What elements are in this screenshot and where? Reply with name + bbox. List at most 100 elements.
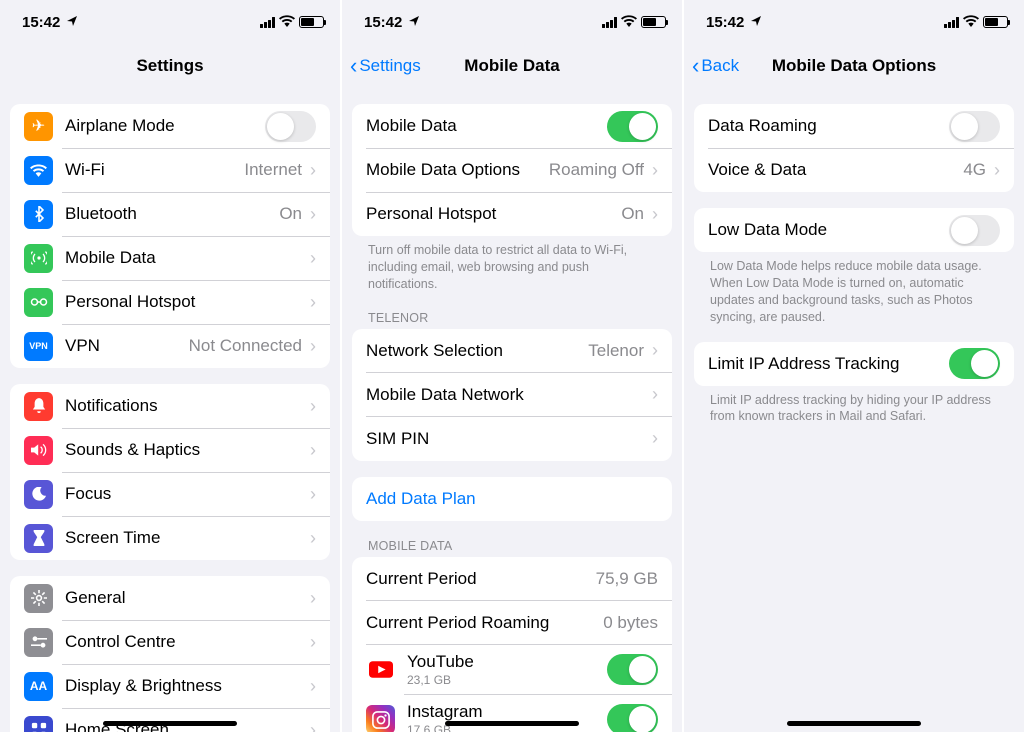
row-label: Personal Hotspot xyxy=(65,292,302,312)
roaming-toggle[interactable] xyxy=(949,111,1000,142)
status-bar: 15:42 xyxy=(342,0,682,44)
row-value: 0 bytes xyxy=(603,613,658,633)
mobile-data-toggle-row[interactable]: Mobile Data xyxy=(352,104,672,148)
chevron-right-icon: › xyxy=(310,292,316,313)
wifi-icon xyxy=(963,14,979,31)
personal-hotspot-row[interactable]: Personal Hotspot On › xyxy=(352,192,672,236)
limit-ip-tracking-row[interactable]: Limit IP Address Tracking xyxy=(694,342,1014,386)
vpn-icon: VPN xyxy=(24,332,53,361)
gear-icon xyxy=(24,584,53,613)
cellular-signal-icon xyxy=(602,17,617,28)
chevron-right-icon: › xyxy=(652,160,658,181)
row-label: Notifications xyxy=(65,396,302,416)
home-indicator[interactable] xyxy=(445,721,579,726)
row-label: Add Data Plan xyxy=(366,489,658,509)
app-toggle[interactable] xyxy=(607,704,658,732)
bluetooth-row[interactable]: Bluetooth On › xyxy=(10,192,330,236)
bell-icon xyxy=(24,392,53,421)
general-row[interactable]: General › xyxy=(10,576,330,620)
back-button[interactable]: ‹ Back xyxy=(692,53,739,79)
add-data-plan-button[interactable]: Add Data Plan xyxy=(352,477,672,521)
page-title: Mobile Data Options xyxy=(772,56,936,76)
settings-screen: 15:42 Settings ✈ Airplane Mode Wi-Fi Int… xyxy=(0,0,340,732)
screen-time-row[interactable]: Screen Time › xyxy=(10,516,330,560)
ip-tracking-group: Limit IP Address Tracking xyxy=(694,342,1014,386)
general-group: General › Control Centre › AA Display & … xyxy=(10,576,330,732)
roaming-group: Data Roaming Voice & Data 4G › xyxy=(694,104,1014,192)
page-title: Settings xyxy=(136,56,203,76)
row-label: Focus xyxy=(65,484,302,504)
back-button[interactable]: ‹ Settings xyxy=(350,53,421,79)
row-label: Wi-Fi xyxy=(65,160,236,180)
app-usage-youtube[interactable]: YouTube23,1 GB xyxy=(352,645,672,695)
home-indicator[interactable] xyxy=(103,721,237,726)
mobile-data-options-row[interactable]: Mobile Data Options Roaming Off › xyxy=(352,148,672,192)
row-value: Roaming Off xyxy=(549,160,644,180)
location-icon xyxy=(750,14,762,31)
app-toggle[interactable] xyxy=(607,654,658,685)
row-value: Internet xyxy=(244,160,302,180)
chevron-right-icon: › xyxy=(310,528,316,549)
home-screen-row[interactable]: Home Screen › xyxy=(10,708,330,732)
voice-data-row[interactable]: Voice & Data 4G › xyxy=(694,148,1014,192)
row-value: 75,9 GB xyxy=(596,569,658,589)
group-footer: Limit IP address tracking by hiding your… xyxy=(694,386,1014,426)
row-label: Mobile Data xyxy=(366,116,607,136)
low-data-group: Low Data Mode xyxy=(694,208,1014,252)
airplane-mode-row[interactable]: ✈ Airplane Mode xyxy=(10,104,330,148)
data-toggle-group: Mobile Data Mobile Data Options Roaming … xyxy=(352,104,672,236)
chevron-right-icon: › xyxy=(310,720,316,732)
notifications-row[interactable]: Notifications › xyxy=(10,384,330,428)
chevron-right-icon: › xyxy=(652,384,658,405)
hotspot-icon xyxy=(24,288,53,317)
hotspot-row[interactable]: Personal Hotspot › xyxy=(10,280,330,324)
battery-icon xyxy=(299,16,324,28)
chevron-left-icon: ‹ xyxy=(692,53,699,79)
low-data-mode-row[interactable]: Low Data Mode xyxy=(694,208,1014,252)
mobile-data-options-screen: 15:42 ‹ Back Mobile Data Options Data Ro… xyxy=(684,0,1024,732)
status-bar: 15:42 xyxy=(0,0,340,44)
home-indicator[interactable] xyxy=(787,721,921,726)
chevron-right-icon: › xyxy=(994,160,1000,181)
control-centre-row[interactable]: Control Centre › xyxy=(10,620,330,664)
vpn-row[interactable]: VPN VPN Not Connected › xyxy=(10,324,330,368)
airplane-icon: ✈ xyxy=(24,112,53,141)
group-footer: Low Data Mode helps reduce mobile data u… xyxy=(694,252,1014,326)
row-label: Airplane Mode xyxy=(65,116,265,136)
mobile-data-row[interactable]: Mobile Data › xyxy=(10,236,330,280)
status-time: 15:42 xyxy=(22,14,60,31)
instagram-icon xyxy=(366,705,395,732)
row-label: Mobile Data xyxy=(65,248,302,268)
volume-icon xyxy=(24,436,53,465)
bluetooth-icon xyxy=(24,200,53,229)
row-label: SIM PIN xyxy=(366,429,644,449)
connectivity-group: ✈ Airplane Mode Wi-Fi Internet › Bluetoo… xyxy=(10,104,330,368)
row-label: Limit IP Address Tracking xyxy=(708,354,949,374)
data-roaming-row[interactable]: Data Roaming xyxy=(694,104,1014,148)
sim-pin-row[interactable]: SIM PIN › xyxy=(352,417,672,461)
airplane-toggle[interactable] xyxy=(265,111,316,142)
wifi-icon xyxy=(279,14,295,31)
sounds-row[interactable]: Sounds & Haptics › xyxy=(10,428,330,472)
chevron-right-icon: › xyxy=(310,204,316,225)
wifi-row[interactable]: Wi-Fi Internet › xyxy=(10,148,330,192)
chevron-right-icon: › xyxy=(310,336,316,357)
ip-tracking-toggle[interactable] xyxy=(949,348,1000,379)
status-time: 15:42 xyxy=(364,14,402,31)
mobile-data-toggle[interactable] xyxy=(607,111,658,142)
app-usage-instagram[interactable]: Instagram17,6 GB xyxy=(352,695,672,732)
display-row[interactable]: AA Display & Brightness › xyxy=(10,664,330,708)
chevron-right-icon: › xyxy=(310,440,316,461)
row-label: Personal Hotspot xyxy=(366,204,613,224)
row-label: Bluetooth xyxy=(65,204,271,224)
low-data-toggle[interactable] xyxy=(949,215,1000,246)
page-title: Mobile Data xyxy=(464,56,559,76)
row-label: Network Selection xyxy=(366,341,580,361)
focus-row[interactable]: Focus › xyxy=(10,472,330,516)
wifi-icon xyxy=(621,14,637,31)
mobile-data-network-row[interactable]: Mobile Data Network › xyxy=(352,373,672,417)
network-selection-row[interactable]: Network Selection Telenor › xyxy=(352,329,672,373)
row-label: General xyxy=(65,588,302,608)
add-plan-group: Add Data Plan xyxy=(352,477,672,521)
row-label: VPN xyxy=(65,336,181,356)
